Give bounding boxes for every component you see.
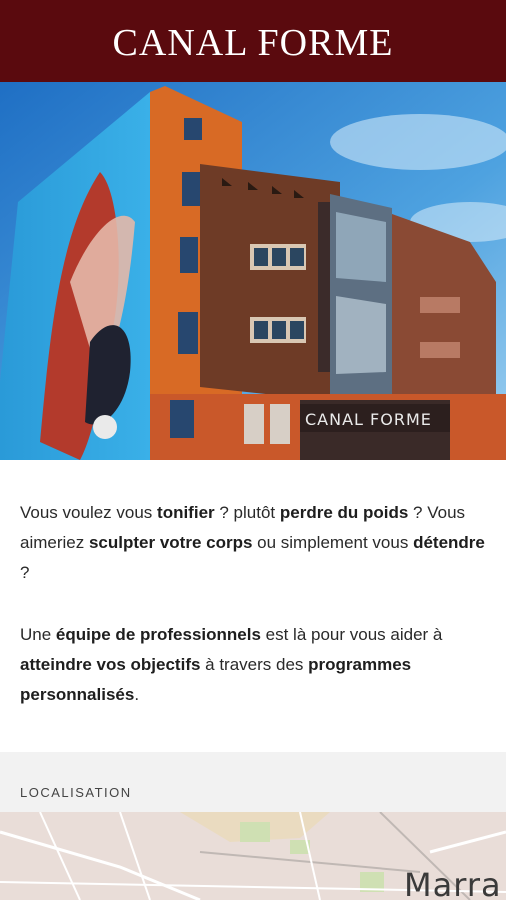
location-section-header: LOCALISATION <box>0 752 506 812</box>
body-text: Une <box>20 625 56 644</box>
emphasis-text: atteindre vos objectifs <box>20 655 201 674</box>
building-illustration: CANAL FORME <box>0 82 506 460</box>
body-text: Vous voulez vous <box>20 503 158 522</box>
body-text: ou simplement vous <box>252 533 414 552</box>
body-text: ? <box>20 563 30 582</box>
location-title: LOCALISATION <box>20 785 132 800</box>
brand-title: CANAL FORME <box>112 22 394 64</box>
storefront-sign: CANAL FORME <box>305 410 432 429</box>
body-text: à travers des <box>200 655 309 674</box>
hero-photo: CANAL FORME <box>0 82 506 460</box>
map-city-label: Marra <box>404 866 502 900</box>
intro-text: Vous voulez vous tonifier ? plutôt perdr… <box>20 498 490 742</box>
emphasis-text: tonifier <box>157 503 215 522</box>
location-map[interactable]: Marra <box>0 812 506 900</box>
emphasis-text: sculpter votre corps <box>88 533 253 552</box>
intro-paragraph-team: Une équipe de professionnels est là pour… <box>20 620 490 710</box>
emphasis-text: détendre <box>413 533 485 552</box>
app-header: CANAL FORME <box>0 0 506 82</box>
intro-paragraph-goals: Vous voulez vous tonifier ? plutôt perdr… <box>20 498 490 588</box>
body-text: . <box>134 685 140 704</box>
emphasis-text: équipe de professionnels <box>55 625 261 644</box>
body-text: ? plutôt <box>214 503 280 522</box>
emphasis-text: perdre du poids <box>279 503 409 522</box>
body-text: est là pour vous aider à <box>260 625 443 644</box>
